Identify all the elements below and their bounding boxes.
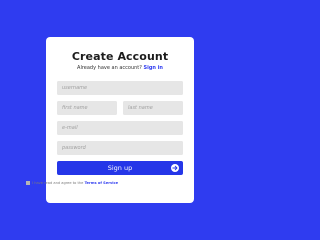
password-input[interactable] xyxy=(57,141,183,155)
terms-text: I have read and agree to the xyxy=(32,181,84,185)
signin-link[interactable]: Sign in xyxy=(144,65,163,71)
terms-label: I have read and agree to the Terms of Se… xyxy=(32,181,118,185)
terms-link[interactable]: Terms of Service xyxy=(85,181,119,185)
signup-button-label: Sign up xyxy=(107,164,133,172)
username-input[interactable] xyxy=(57,81,183,95)
signup-card: Create Account Already have an account? … xyxy=(46,37,194,203)
first-name-input[interactable] xyxy=(57,101,117,115)
arrow-right-icon xyxy=(171,164,179,172)
email-input[interactable] xyxy=(57,121,183,135)
terms-checkbox[interactable] xyxy=(26,181,30,185)
signin-prompt-text: Already have an account? xyxy=(77,65,142,71)
signin-prompt: Already have an account? Sign in xyxy=(46,65,194,71)
signup-button[interactable]: Sign up xyxy=(57,161,183,175)
page-title: Create Account xyxy=(71,50,169,63)
last-name-input[interactable] xyxy=(123,101,183,115)
